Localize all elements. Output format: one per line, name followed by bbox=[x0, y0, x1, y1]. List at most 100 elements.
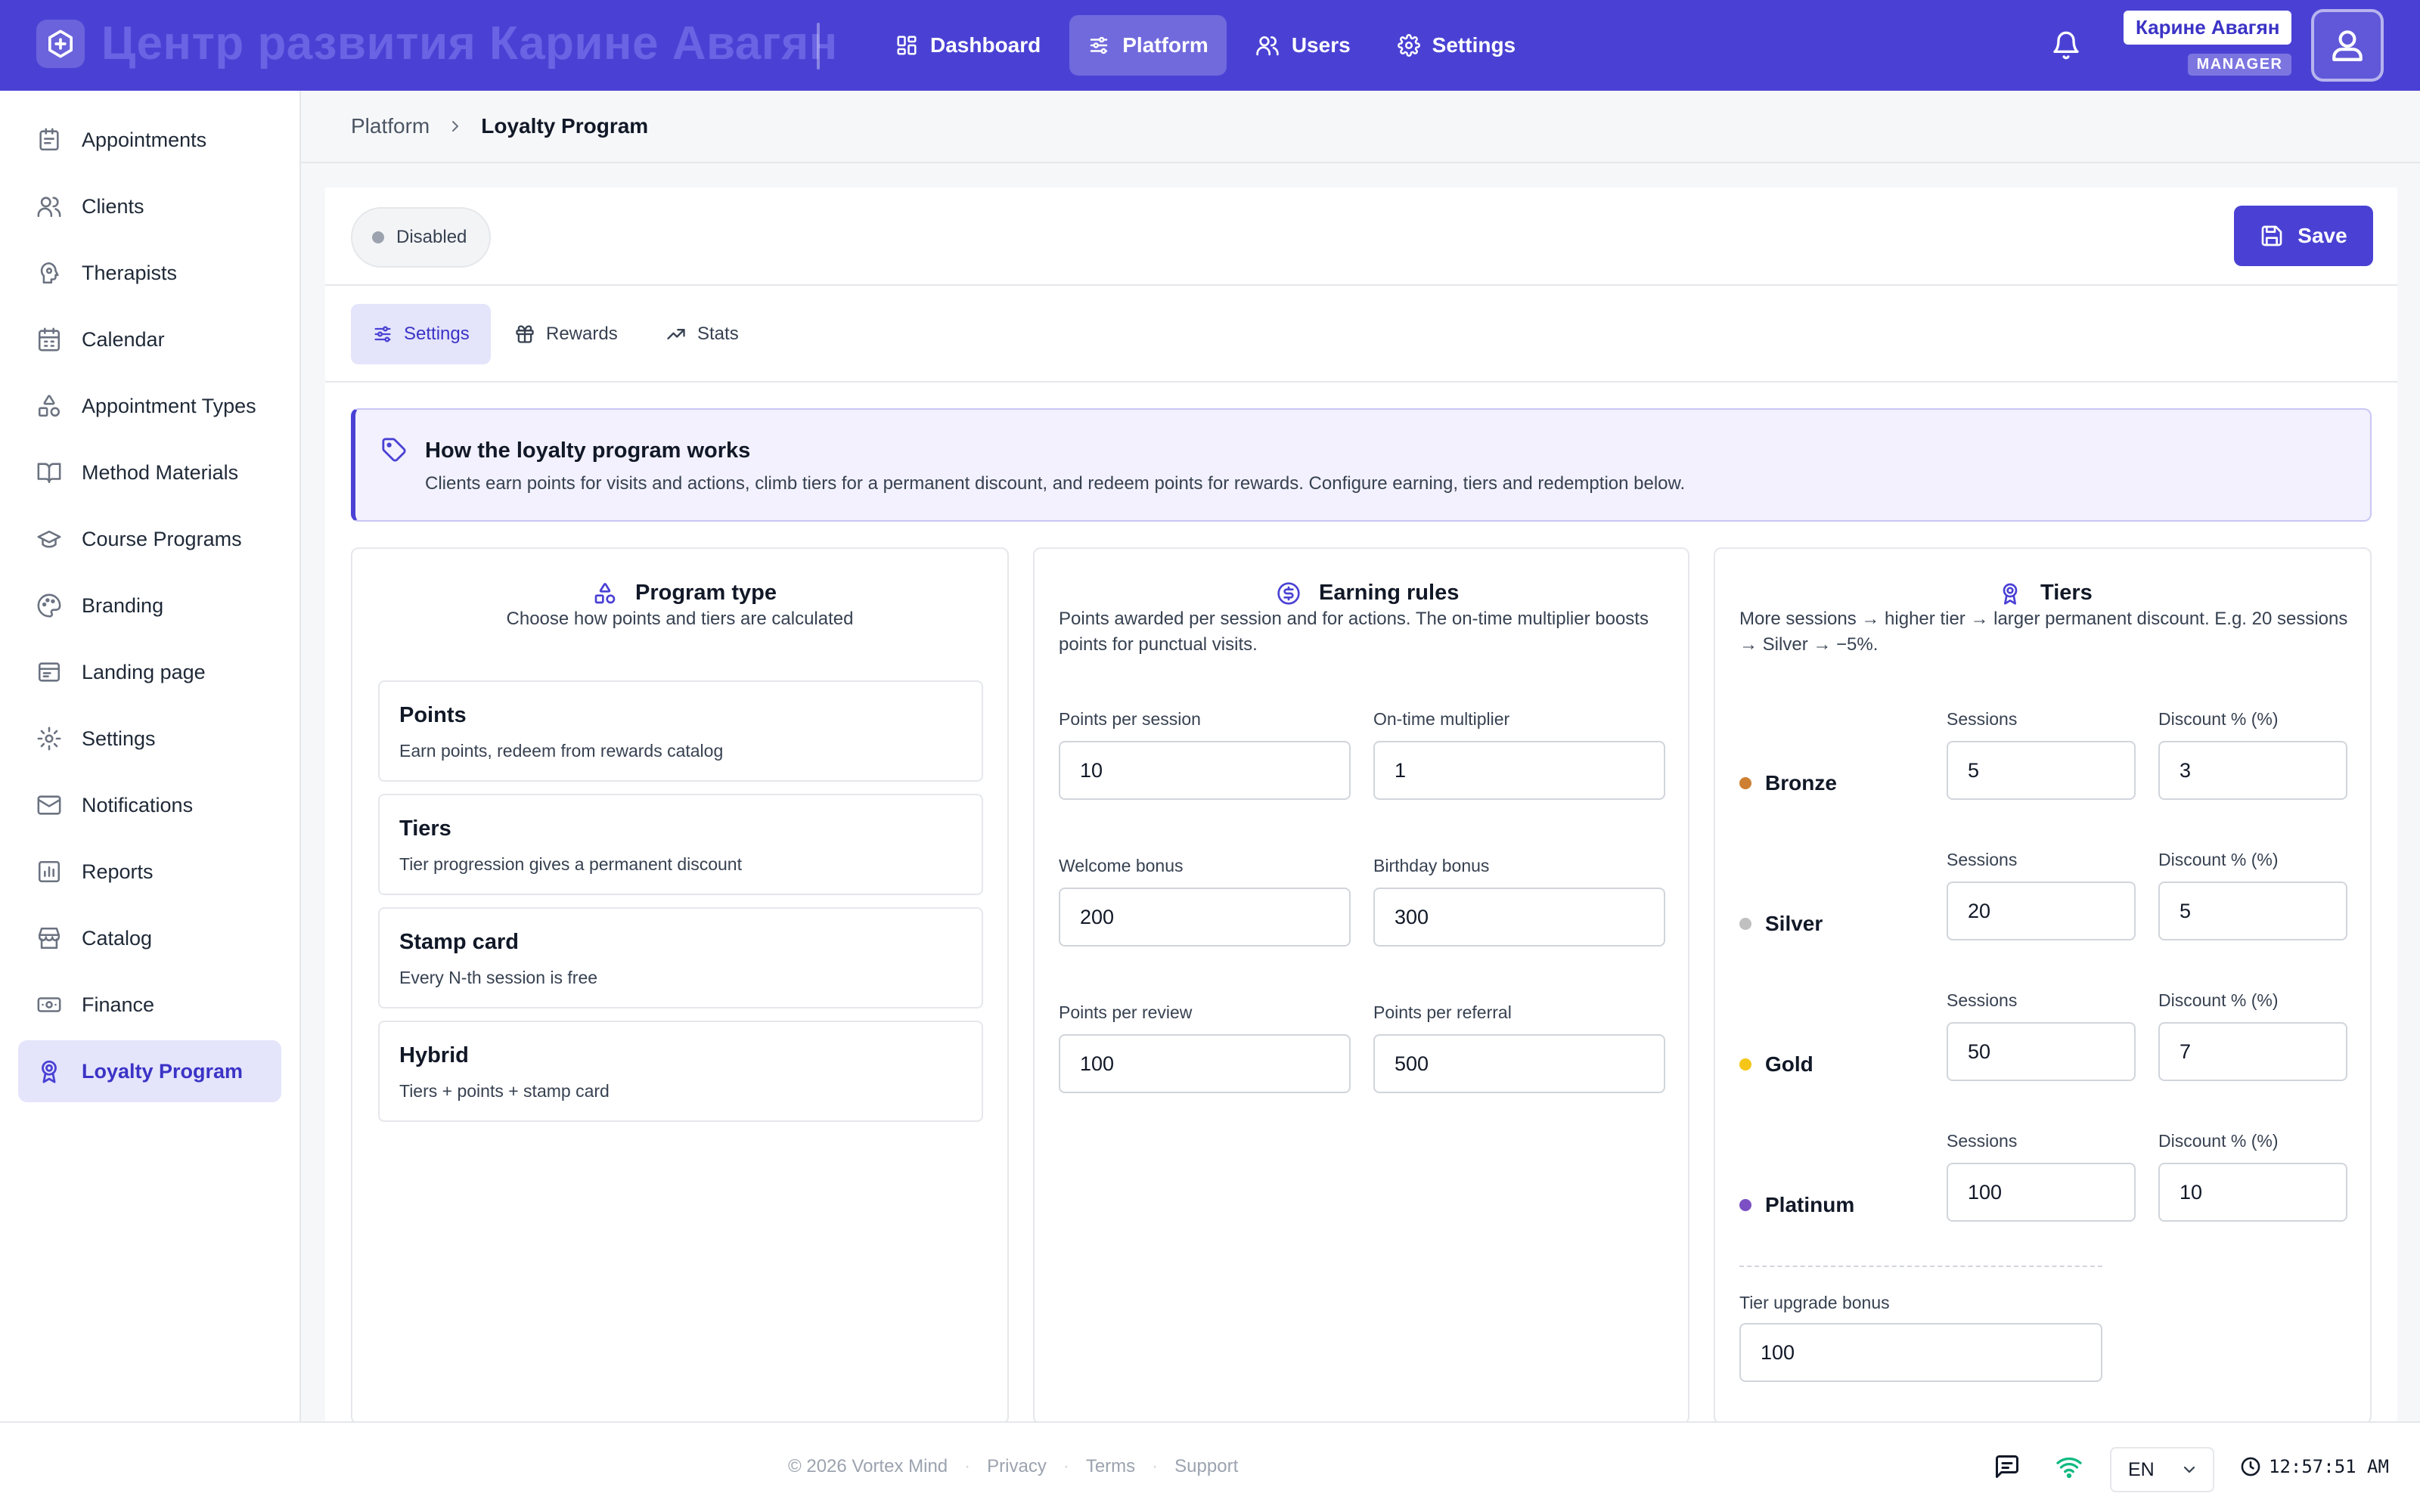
program-option-points[interactable]: Points Earn points, redeem from rewards … bbox=[378, 680, 983, 782]
trending-up-icon bbox=[667, 329, 685, 339]
sidebar-item-reports[interactable]: Reports bbox=[18, 841, 281, 903]
silver-sessions-input[interactable] bbox=[1947, 881, 2136, 940]
program-option-hybrid[interactable]: Hybrid Tiers + points + stamp card bbox=[378, 1021, 983, 1122]
privacy-link[interactable]: Privacy bbox=[987, 1456, 1047, 1477]
logo[interactable] bbox=[36, 20, 85, 68]
platinum-sessions-input[interactable] bbox=[1947, 1163, 2136, 1222]
tiers-subtitle: More sessions → higher tier → larger per… bbox=[1739, 609, 2348, 655]
sidebar-item-label: Appointments bbox=[82, 128, 207, 151]
brand-divider bbox=[817, 23, 820, 70]
save-button[interactable]: Save bbox=[2234, 206, 2373, 266]
on-time-multiplier-input[interactable] bbox=[1373, 741, 1665, 800]
sidebar-item-appointments[interactable]: Appointments bbox=[18, 109, 281, 171]
earning-rules-card: Earning rules Points awarded per session… bbox=[1033, 547, 1689, 1424]
sidebar-item-label: Method Materials bbox=[82, 460, 239, 484]
terms-link[interactable]: Terms bbox=[1086, 1456, 1135, 1477]
brand-title: Центр развития Карине Авагян bbox=[101, 17, 838, 70]
tier-name-label: Bronze bbox=[1765, 771, 1837, 795]
nav-settings[interactable]: Settings bbox=[1379, 15, 1534, 76]
language-select[interactable]: EN bbox=[2110, 1447, 2214, 1492]
sidebar-item-label: Calendar bbox=[82, 327, 165, 351]
sidebar-item-label: Appointment Types bbox=[82, 394, 256, 417]
sliders-icon bbox=[374, 326, 391, 342]
chevron-down-icon bbox=[2183, 1466, 2195, 1473]
sidebar-item-method-materials[interactable]: Method Materials bbox=[18, 442, 281, 503]
silver-discount-input[interactable] bbox=[2158, 881, 2347, 940]
option-title: Tiers bbox=[399, 816, 451, 841]
option-title: Hybrid bbox=[399, 1043, 469, 1067]
sidebar-item-therapists[interactable]: Therapists bbox=[18, 242, 281, 304]
avatar[interactable] bbox=[2311, 9, 2384, 82]
gold-sessions-label: Sessions bbox=[1947, 990, 2018, 1010]
platinum-discount-input[interactable] bbox=[2158, 1163, 2347, 1222]
option-title: Stamp card bbox=[399, 930, 519, 954]
sidebar-item-label: Clients bbox=[82, 194, 144, 218]
nav-platform[interactable]: Platform bbox=[1069, 15, 1227, 76]
dollar-circle-icon bbox=[1277, 581, 1300, 605]
nav-dashboard[interactable]: Dashboard bbox=[877, 15, 1059, 76]
sidebar-item-clients[interactable]: Clients bbox=[18, 175, 281, 237]
sidebar-item-appointment-types[interactable]: Appointment Types bbox=[18, 375, 281, 437]
program-option-tiers[interactable]: Tiers Tier progression gives a permanent… bbox=[378, 794, 983, 895]
earning-rules-subtitle: Points awarded per session and for actio… bbox=[1059, 609, 1649, 655]
option-desc: Tiers + points + stamp card bbox=[399, 1081, 610, 1101]
tier-dot bbox=[1739, 918, 1751, 930]
tab-stats[interactable]: Stats bbox=[644, 304, 760, 364]
welcome-bonus-input[interactable] bbox=[1059, 888, 1351, 947]
user-role-badge: MANAGER bbox=[2187, 54, 2292, 76]
sidebar-item-finance[interactable]: Finance bbox=[18, 974, 281, 1036]
bronze-sessions-input[interactable] bbox=[1947, 741, 2136, 800]
top-bar: Центр развития Карине Авагян Dashboard P… bbox=[0, 0, 2420, 91]
status-label: Disabled bbox=[396, 227, 467, 247]
main-nav: Dashboard Platform Users Settings bbox=[877, 15, 1534, 76]
sidebar-item-course-programs[interactable]: Course Programs bbox=[18, 508, 281, 570]
tier-platinum: Platinum bbox=[1739, 1193, 1854, 1217]
user-chip[interactable]: Карине Авагян MANAGER bbox=[2124, 11, 2292, 76]
footer: © 2026 Vortex Mind · Privacy · Terms · S… bbox=[0, 1421, 2420, 1512]
notifications-button[interactable] bbox=[2046, 26, 2086, 65]
bronze-discount-input[interactable] bbox=[2158, 741, 2347, 800]
sidebar-item-calendar[interactable]: Calendar bbox=[18, 308, 281, 370]
sidebar-item-settings[interactable]: Settings bbox=[18, 708, 281, 770]
sidebar-item-landing-page[interactable]: Landing page bbox=[18, 641, 281, 703]
users-icon bbox=[37, 197, 61, 218]
program-type-title: Program type bbox=[593, 581, 777, 606]
program-type-card: Program type Choose how points and tiers… bbox=[351, 547, 1009, 1424]
points-per-session-input[interactable] bbox=[1059, 741, 1351, 800]
breadcrumb-parent[interactable]: Platform bbox=[351, 114, 430, 138]
user-name: Карине Авагян bbox=[2124, 11, 2292, 45]
nav-platform-label: Platform bbox=[1122, 33, 1208, 57]
option-desc: Every N-th session is free bbox=[399, 968, 598, 987]
banknote-icon bbox=[37, 997, 61, 1012]
option-desc: Tier progression gives a permanent disco… bbox=[399, 854, 742, 874]
status-toggle[interactable]: Disabled bbox=[351, 207, 492, 268]
brain-icon bbox=[40, 262, 59, 284]
tier-upgrade-bonus-input[interactable] bbox=[1739, 1323, 2102, 1382]
tiers-card: Tiers More sessions → higher tier → larg… bbox=[1714, 547, 2372, 1424]
sidebar-item-loyalty-program[interactable]: Loyalty Program bbox=[18, 1040, 281, 1102]
nav-users[interactable]: Users bbox=[1237, 15, 1369, 76]
tab-settings[interactable]: Settings bbox=[351, 304, 491, 364]
save-button-label: Save bbox=[2297, 224, 2347, 247]
points-per-referral-input[interactable] bbox=[1373, 1034, 1665, 1093]
nav-users-label: Users bbox=[1291, 33, 1351, 57]
award-icon bbox=[42, 1060, 57, 1083]
sidebar-item-catalog[interactable]: Catalog bbox=[18, 907, 281, 969]
tier-dot bbox=[1739, 1058, 1751, 1070]
gold-discount-input[interactable] bbox=[2158, 1022, 2347, 1081]
tier-gold: Gold bbox=[1739, 1052, 1813, 1077]
sidebar-item-notifications[interactable]: Notifications bbox=[18, 774, 281, 836]
users-icon bbox=[1256, 36, 1279, 56]
breadcrumb: Platform Loyalty Program bbox=[301, 91, 2420, 163]
chat-button[interactable] bbox=[1993, 1453, 2021, 1484]
support-link[interactable]: Support bbox=[1174, 1456, 1238, 1477]
program-option-stamp-card[interactable]: Stamp card Every N-th session is free bbox=[378, 907, 983, 1009]
sidebar-item-branding[interactable]: Branding bbox=[18, 575, 281, 637]
tab-rewards[interactable]: Rewards bbox=[493, 304, 639, 364]
points-per-review-input[interactable] bbox=[1059, 1034, 1351, 1093]
gold-sessions-input[interactable] bbox=[1947, 1022, 2136, 1081]
chevron-right-icon bbox=[452, 121, 459, 132]
tag-icon bbox=[382, 438, 406, 462]
welcome-bonus-label: Welcome bonus bbox=[1059, 856, 1184, 875]
birthday-bonus-input[interactable] bbox=[1373, 888, 1665, 947]
